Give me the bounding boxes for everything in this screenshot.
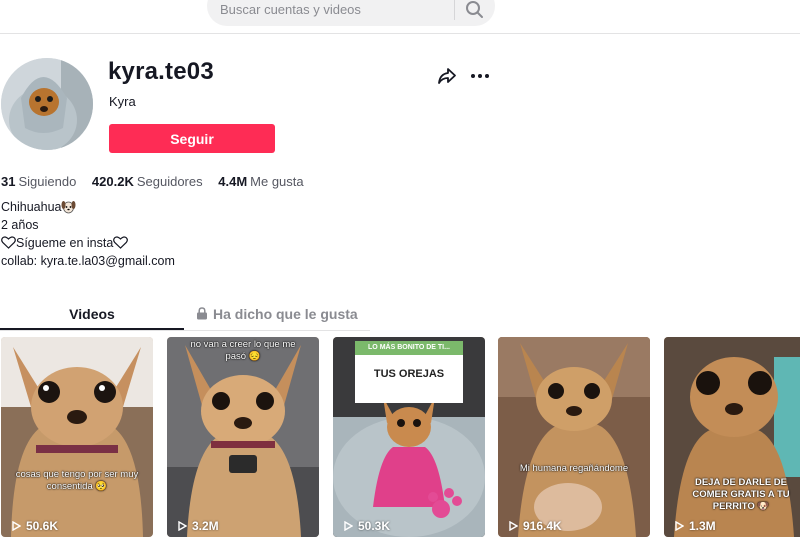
video-thumbnail	[167, 337, 319, 537]
bio-line-1: Chihuahua	[1, 198, 175, 216]
video-caption: DEJA DE DARLE DE COMER GRATIS A TU PERRI…	[692, 477, 790, 512]
tab-liked-label: Ha dicho que le gusta	[213, 306, 358, 322]
search-bar	[207, 0, 495, 26]
search-divider	[454, 0, 455, 20]
video-caption: cosas que tengo por ser muy consentida 🥺	[15, 469, 139, 492]
view-count-value: 3.2M	[192, 519, 219, 533]
profile-bio: Chihuahua 2 años Sígueme en insta collab…	[1, 198, 175, 270]
follow-button[interactable]: Seguir	[109, 124, 275, 153]
avatar-image	[1, 58, 93, 150]
followers-label[interactable]: Seguidores	[137, 174, 203, 189]
tab-liked[interactable]: Ha dicho que le gusta	[196, 306, 358, 322]
search-input[interactable]	[220, 0, 450, 18]
play-icon	[12, 521, 21, 531]
dog-emoji-icon	[61, 201, 76, 214]
video-caption: Mi humana regañándome	[519, 463, 629, 474]
view-count-value: 50.6K	[26, 519, 59, 533]
bio-line-4: collab: kyra.te.la03@gmail.com	[1, 254, 175, 268]
video-thumbnail	[498, 337, 650, 537]
sign-top-text: LO MÁS BONITO DE TI...	[355, 341, 463, 355]
video-card[interactable]: Mi humana regañándome 916.4K	[498, 337, 650, 537]
view-count-value: 916.4K	[523, 519, 562, 533]
view-count: 916.4K	[509, 519, 562, 533]
heart-outline-icon	[1, 236, 16, 249]
avatar	[1, 58, 93, 150]
following-count: 31	[1, 174, 16, 189]
video-card[interactable]: LO MÁS BONITO DE TI... TUS OREJAS 50.3K	[333, 337, 485, 537]
video-grid: cosas que tengo por ser muy consentida 🥺…	[1, 337, 800, 537]
profile-stats: 31 Siguiendo 420.2K Seguidores 4.4M Me gust…	[1, 174, 316, 189]
view-count-value: 1.3M	[689, 519, 716, 533]
video-caption: no van a creer lo que me pasó 😔	[190, 339, 296, 362]
view-count: 1.3M	[675, 519, 716, 533]
top-bar	[0, 0, 800, 34]
search-icon[interactable]	[463, 0, 487, 22]
more-options-icon[interactable]	[469, 67, 491, 85]
video-thumbnail	[1, 337, 153, 537]
bio-line-3: Sígueme en insta	[1, 234, 175, 252]
play-icon	[344, 521, 353, 531]
lock-icon	[197, 307, 207, 320]
view-count: 50.6K	[12, 519, 58, 533]
bio-instagram: Sígueme en insta	[16, 236, 114, 250]
followers-count: 420.2K	[91, 174, 134, 189]
view-count-value: 50.3K	[358, 519, 391, 533]
profile-tabs: Videos Ha dicho que le gusta	[0, 300, 370, 331]
video-card[interactable]: cosas que tengo por ser muy consentida 🥺…	[1, 337, 153, 537]
share-icon[interactable]	[437, 67, 457, 85]
bio-line-2: 2 años	[1, 218, 39, 232]
view-count: 50.3K	[344, 519, 390, 533]
view-count: 3.2M	[178, 519, 219, 533]
play-icon	[509, 521, 518, 531]
play-icon	[178, 521, 187, 531]
following-label[interactable]: Siguiendo	[18, 174, 76, 189]
bio-breed: Chihuahua	[1, 200, 62, 214]
likes-label: Me gusta	[250, 174, 304, 189]
video-card[interactable]: no van a creer lo que me pasó 😔 3.2M	[167, 337, 319, 537]
profile-nickname: Kyra	[109, 94, 136, 109]
video-sign: LO MÁS BONITO DE TI... TUS OREJAS	[355, 341, 463, 403]
tab-videos[interactable]: Videos	[0, 306, 184, 322]
active-tab-indicator	[0, 328, 184, 330]
sign-main-text: TUS OREJAS	[373, 368, 445, 380]
play-icon	[675, 521, 684, 531]
video-card[interactable]: DEJA DE DARLE DE COMER GRATIS A TU PERRI…	[664, 337, 800, 537]
likes-count: 4.4M	[218, 174, 248, 189]
heart-outline-icon	[113, 236, 129, 249]
profile-username: kyra.te03	[108, 58, 214, 85]
